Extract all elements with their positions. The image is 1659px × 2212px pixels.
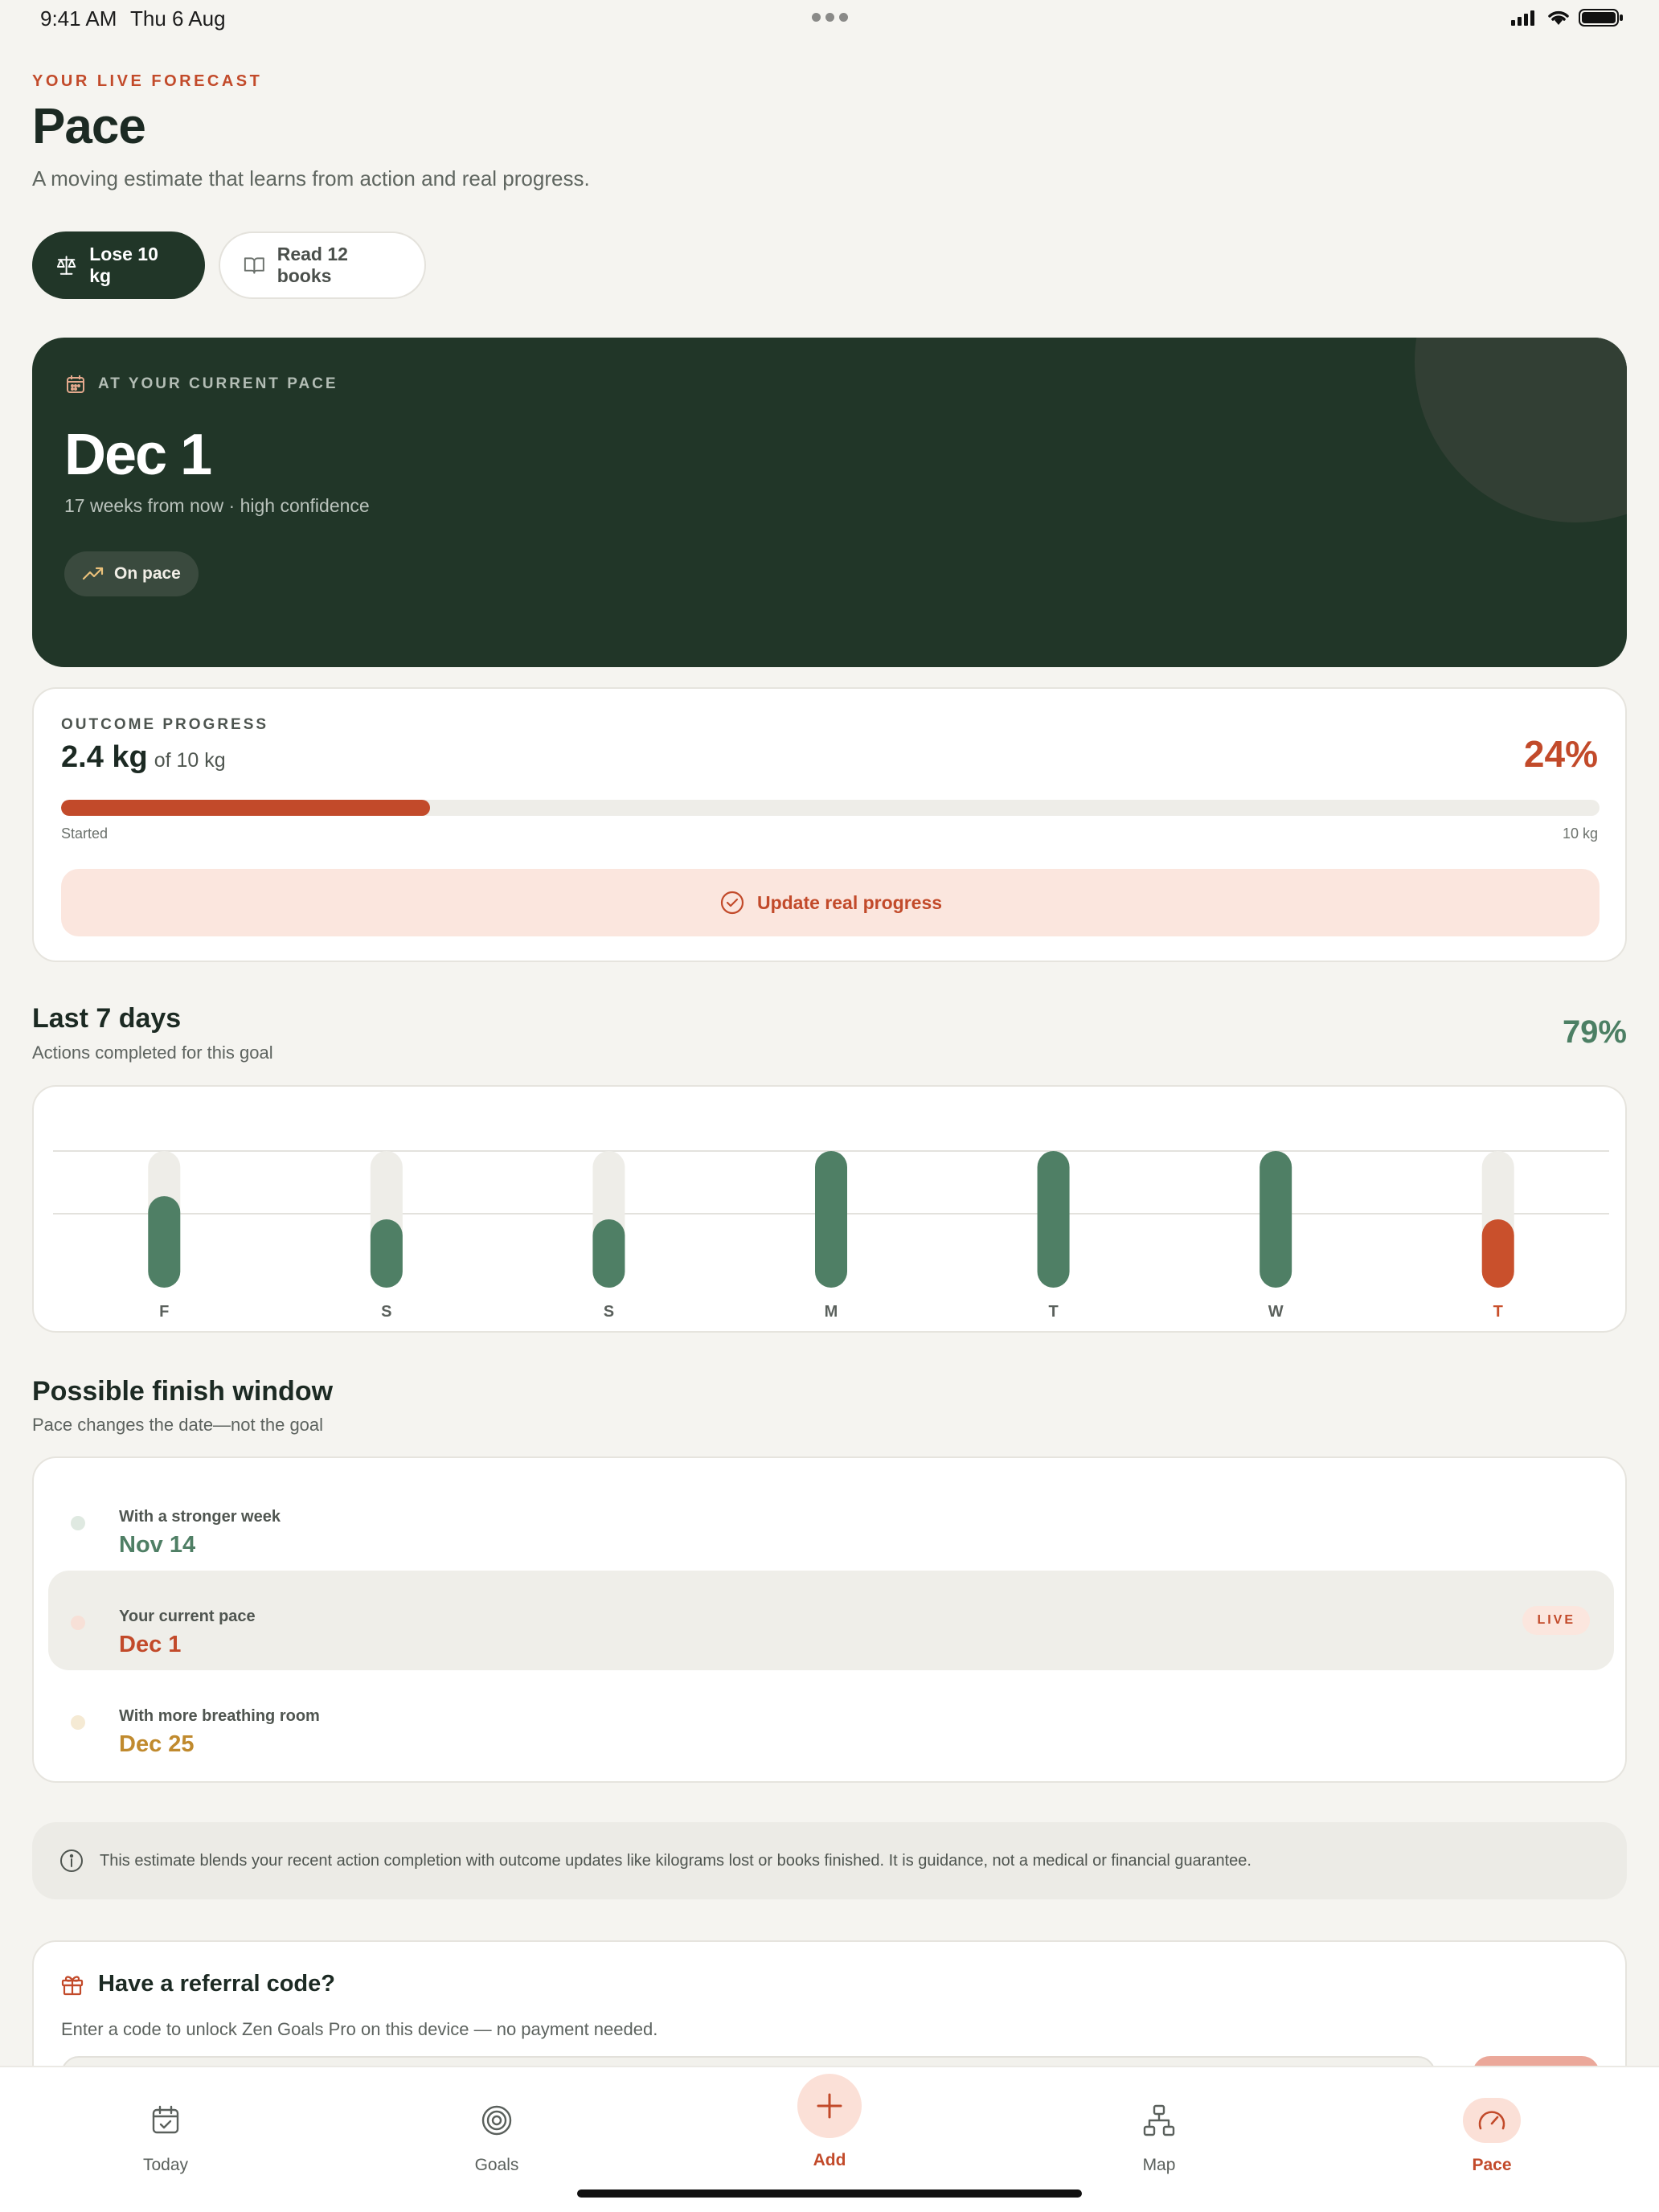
chart-day-label: S	[381, 1303, 391, 1321]
trending-up-icon	[82, 567, 104, 580]
wifi-icon	[1548, 10, 1569, 25]
finish-row-label: Your current pace	[119, 1608, 256, 1625]
forecast-eyebrow: AT YOUR CURRENT PACE	[64, 373, 338, 395]
chart-bar	[815, 1151, 847, 1288]
chart-day-label: S	[604, 1303, 614, 1321]
chart-day-label: W	[1268, 1303, 1284, 1321]
finish-dot	[71, 1715, 85, 1730]
chart-day-label: T	[1048, 1303, 1058, 1321]
tab-map-label: Map	[1142, 2156, 1176, 2174]
decorative-circle	[1415, 338, 1627, 522]
progress-bar-fill	[61, 800, 431, 816]
active-tab-indicator	[1463, 2098, 1521, 2143]
goal-tab-label: Lose 10 kg	[89, 244, 158, 286]
chart-day-label: T	[1493, 1303, 1503, 1321]
finish-row-date: Nov 14	[119, 1532, 196, 1558]
progress-start-label: Started	[61, 825, 109, 842]
last-7-days-subtitle: Actions completed for this goal	[32, 1043, 273, 1063]
tab-pace-label: Pace	[1472, 2156, 1512, 2174]
page-subtitle: A moving estimate that learns from actio…	[32, 166, 590, 190]
tab-pace[interactable]: Pace	[1411, 2067, 1572, 2175]
chart-bar	[1037, 1151, 1070, 1288]
gift-icon	[61, 1975, 84, 1995]
referral-title-label: Have a referral code?	[98, 1971, 335, 1997]
plus-icon	[817, 2093, 842, 2119]
progress-percent: 24%	[1523, 733, 1598, 775]
outcome-progress-card: OUTCOME PROGRESS 2.4 kg of 10 kg 24% Sta…	[32, 687, 1627, 962]
goal-tab-read-books[interactable]: Read 12 books	[219, 231, 426, 299]
chart-day-label: F	[159, 1303, 169, 1321]
check-circle-icon	[720, 891, 744, 915]
add-button[interactable]	[797, 2074, 862, 2138]
gauge-icon	[1478, 2111, 1505, 2130]
progress-eyebrow: OUTCOME PROGRESS	[61, 716, 269, 733]
add-button-label: Add	[813, 2151, 846, 2169]
finish-window-title: Possible finish window	[32, 1376, 334, 1407]
home-indicator	[577, 2189, 1082, 2198]
progress-bar	[61, 800, 1600, 816]
forecast-date: Dec 1	[64, 423, 212, 487]
goal-tab-label: Read 12 books	[276, 244, 348, 286]
finish-row-label: With more breathing room	[119, 1707, 320, 1725]
calendar-check-icon	[152, 2105, 179, 2134]
finish-window-subtitle: Pace changes the date—not the goal	[32, 1415, 324, 1435]
finish-window-card: With a stronger week Nov 14 Your current…	[32, 1456, 1627, 1783]
forecast-subtitle: 17 weeks from now · high confidence	[64, 495, 370, 516]
page-eyebrow: YOUR LIVE FORECAST	[32, 72, 263, 90]
tab-today-label: Today	[142, 2156, 189, 2174]
scale-icon	[56, 256, 76, 275]
last-7-days-title: Last 7 days	[32, 1003, 182, 1034]
chart-bar	[592, 1219, 625, 1288]
chart-bar	[148, 1196, 181, 1288]
multitasking-dots-icon[interactable]	[812, 13, 848, 22]
calendar-icon	[67, 375, 84, 393]
page-title: Pace	[32, 99, 146, 154]
hierarchy-icon	[1143, 2104, 1175, 2136]
finish-row-date: Dec 1	[119, 1632, 182, 1657]
finish-dot	[71, 1616, 85, 1630]
estimate-info-note: This estimate blends your recent action …	[32, 1822, 1627, 1899]
chart-bar	[1260, 1151, 1292, 1288]
progress-value: 2.4 kg of 10 kg	[61, 740, 226, 775]
tab-goals[interactable]: Goals	[416, 2067, 577, 2175]
actions-bar-chart: FSSMTWT	[53, 1150, 1609, 1321]
progress-end-label: 10 kg	[1562, 825, 1598, 842]
tab-today[interactable]: Today	[85, 2067, 246, 2175]
finish-row-label: With a stronger week	[119, 1508, 281, 1526]
progress-current: 2.4 kg	[61, 740, 148, 774]
last-7-days-percent: 79%	[1562, 1014, 1627, 1050]
finish-dot	[71, 1516, 85, 1530]
pace-status-label: On pace	[114, 564, 181, 583]
estimate-info-text: This estimate blends your recent action …	[100, 1851, 1251, 1870]
referral-title: Have a referral code?	[59, 1971, 335, 1997]
update-progress-button[interactable]: Update real progress	[61, 869, 1600, 936]
chart-bar	[1481, 1219, 1514, 1288]
info-icon	[60, 1849, 83, 1872]
finish-row-stronger: With a stronger week Nov 14	[48, 1471, 1614, 1571]
status-date: Thu 6 Aug	[130, 6, 226, 31]
finish-row-date: Dec 25	[119, 1731, 195, 1757]
actions-chart-card: FSSMTWT	[32, 1085, 1627, 1333]
cellular-signal-icon	[1511, 10, 1534, 26]
forecast-eyebrow-label: AT YOUR CURRENT PACE	[98, 375, 338, 392]
progress-target: of 10 kg	[154, 749, 226, 772]
goal-tab-lose-weight[interactable]: Lose 10 kg	[32, 231, 205, 299]
finish-row-breathing: With more breathing room Dec 25	[48, 1670, 1614, 1770]
referral-subtitle: Enter a code to unlock Zen Goals Pro on …	[61, 2019, 658, 2039]
pace-status-badge: On pace	[64, 551, 199, 596]
live-badge: LIVE	[1522, 1606, 1590, 1635]
forecast-card: AT YOUR CURRENT PACE Dec 1 17 weeks from…	[32, 338, 1627, 667]
status-icons	[1511, 8, 1624, 27]
update-progress-label: Update real progress	[756, 891, 943, 913]
status-time: 9:41 AM	[40, 6, 117, 31]
finish-row-current: Your current pace Dec 1 LIVE	[48, 1571, 1614, 1670]
chart-day-label: M	[825, 1303, 838, 1321]
chart-bar	[370, 1219, 403, 1288]
tab-map[interactable]: Map	[1079, 2067, 1239, 2175]
battery-icon	[1579, 9, 1623, 27]
target-icon	[481, 2105, 512, 2136]
tab-goals-label: Goals	[474, 2156, 519, 2174]
book-icon	[244, 257, 264, 274]
